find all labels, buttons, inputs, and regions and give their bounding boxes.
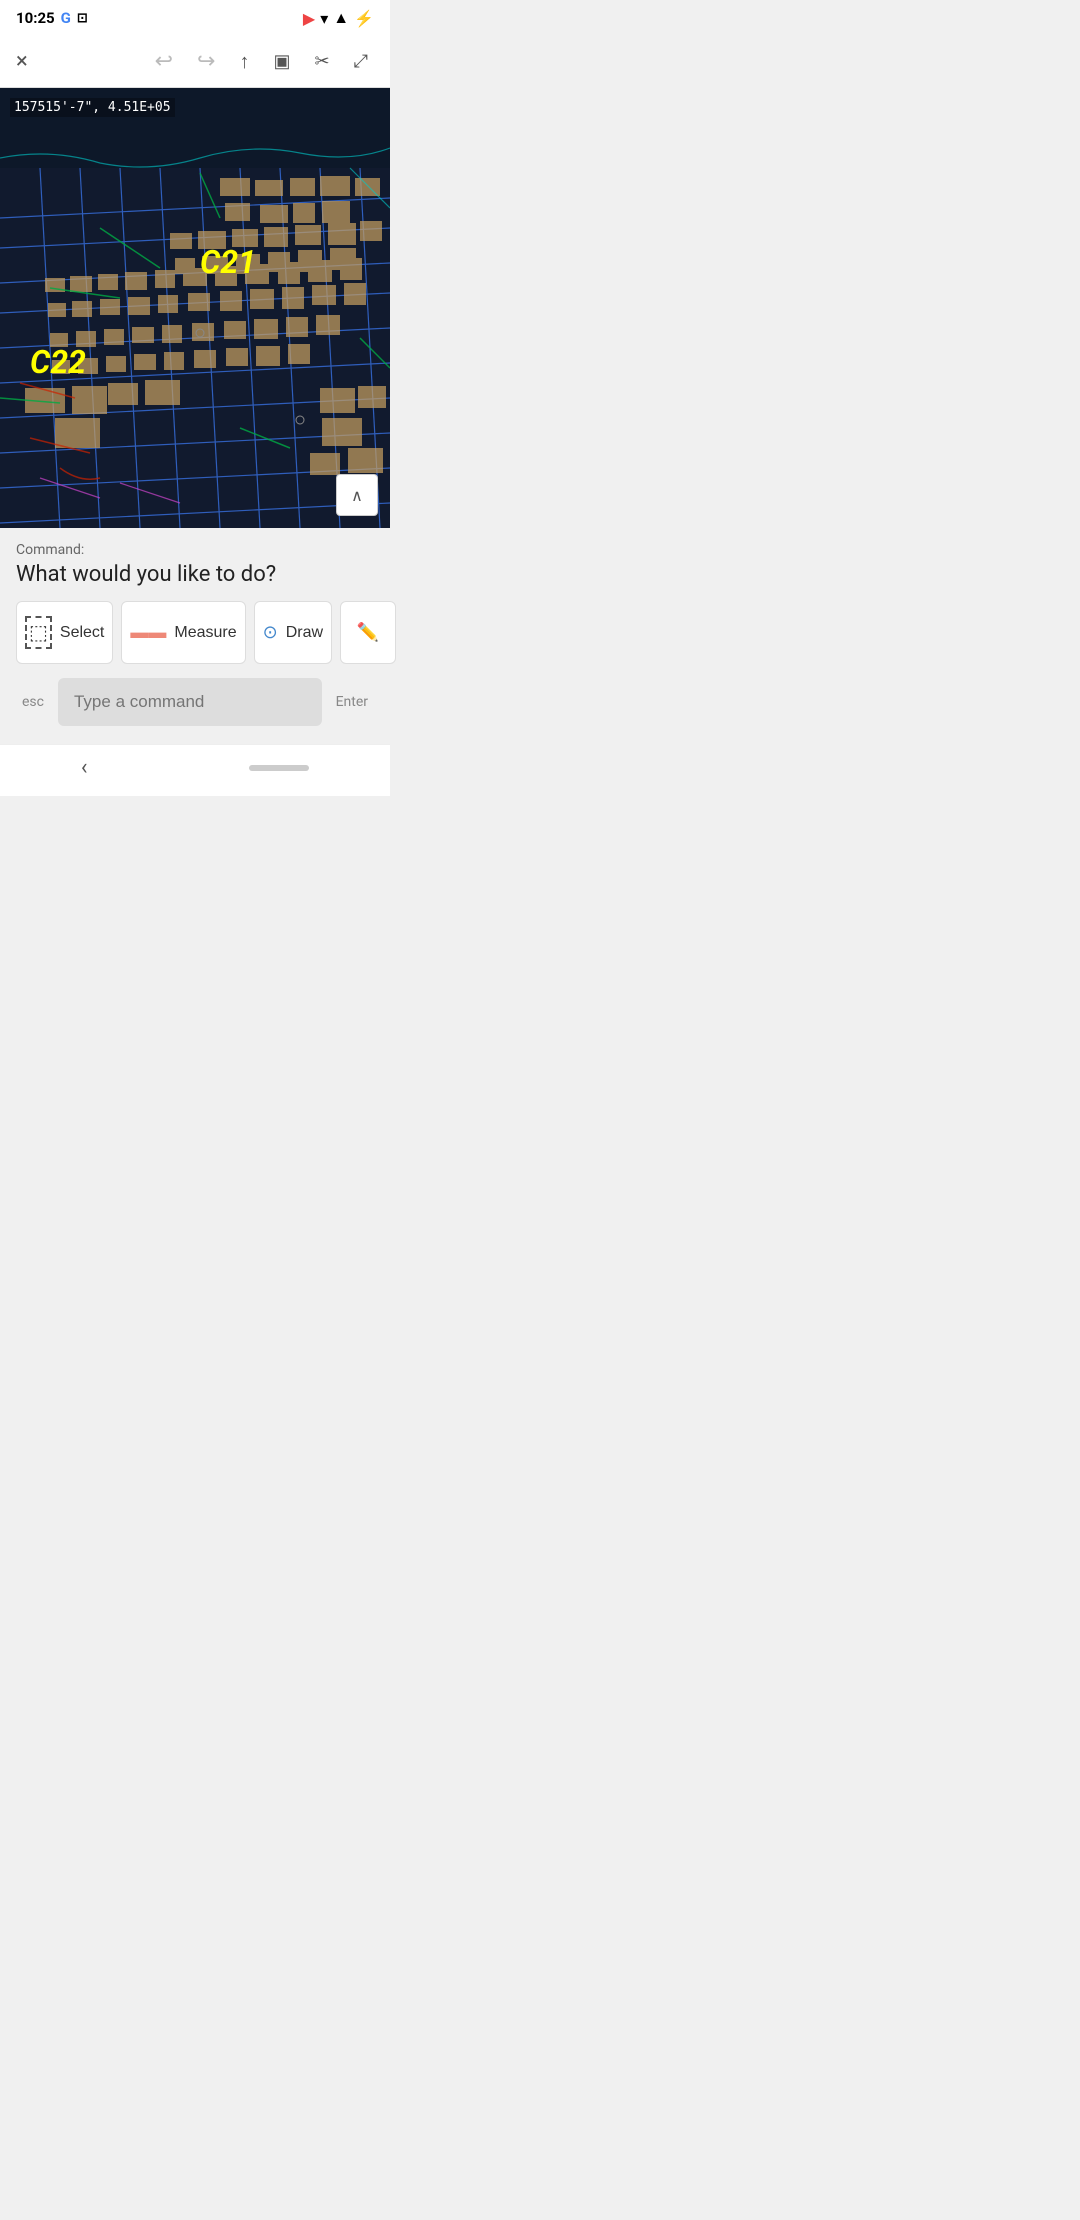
status-icons: ▶ ▾ ▲ ⚡ xyxy=(303,8,374,28)
zone-c21-label: C21 xyxy=(200,243,256,281)
command-label: Command: xyxy=(16,542,374,558)
command-input[interactable] xyxy=(58,678,322,726)
command-area: Command: What would you like to do? ⬚ Se… xyxy=(0,528,390,744)
nav-bar: ‹ xyxy=(0,744,390,796)
redo-button[interactable]: ↪ xyxy=(191,47,221,76)
google-icon: G xyxy=(61,9,71,27)
more-icon: ✏️ xyxy=(357,622,379,643)
save-button[interactable]: ▣ xyxy=(267,49,296,74)
close-button[interactable]: × xyxy=(16,49,28,74)
action-buttons-row: ⬚ Select ▬▬ Measure ⊙ Draw ✏️ xyxy=(16,601,374,664)
cad-map-svg xyxy=(0,88,390,528)
enter-button[interactable]: Enter xyxy=(330,694,374,710)
draw-icon: ⊙ xyxy=(263,622,278,643)
coordinates-label: 157515'-7", 4.51E+05 xyxy=(10,98,175,117)
share-button[interactable]: ↑ xyxy=(233,47,255,76)
undo-button[interactable]: ↩ xyxy=(149,47,179,76)
more-button[interactable]: ✏️ xyxy=(340,601,396,664)
signal-icon: ▲ xyxy=(333,8,349,28)
chevron-up-icon: ∧ xyxy=(351,486,363,505)
status-bar: 10:25 G ⊡ ▶ ▾ ▲ ⚡ xyxy=(0,0,390,36)
measure-button[interactable]: ▬▬ Measure xyxy=(121,601,245,664)
command-question: What would you like to do? xyxy=(16,562,374,587)
trim-button[interactable]: ✂ xyxy=(309,49,336,74)
measure-label: Measure xyxy=(174,624,236,642)
fullscreen-button[interactable]: ⤢ xyxy=(348,49,374,74)
select-label: Select xyxy=(60,624,104,642)
select-button[interactable]: ⬚ Select xyxy=(16,601,113,664)
cast-icon: ▶ xyxy=(303,9,315,28)
home-indicator[interactable] xyxy=(249,765,309,771)
draw-label: Draw xyxy=(286,624,323,642)
command-input-row: esc Enter xyxy=(16,678,374,734)
select-icon: ⬚ xyxy=(25,616,52,649)
measure-icon: ▬▬ xyxy=(130,622,166,643)
screen-record-icon: ⊡ xyxy=(77,11,88,26)
draw-button[interactable]: ⊙ Draw xyxy=(254,601,332,664)
esc-button[interactable]: esc xyxy=(16,694,50,710)
status-time-group: 10:25 G ⊡ xyxy=(16,9,88,27)
toolbar: × ↩ ↪ ↑ ▣ ✂ ⤢ xyxy=(0,36,390,88)
wifi-icon: ▾ xyxy=(320,9,328,28)
collapse-button[interactable]: ∧ xyxy=(336,474,378,516)
battery-icon: ⚡ xyxy=(354,9,374,28)
cad-map-view[interactable]: 157515'-7", 4.51E+05 C21 C22 ∧ xyxy=(0,88,390,528)
back-button[interactable]: ‹ xyxy=(81,755,88,780)
zone-c22-label: C22 xyxy=(30,343,86,381)
status-time: 10:25 xyxy=(16,9,55,27)
